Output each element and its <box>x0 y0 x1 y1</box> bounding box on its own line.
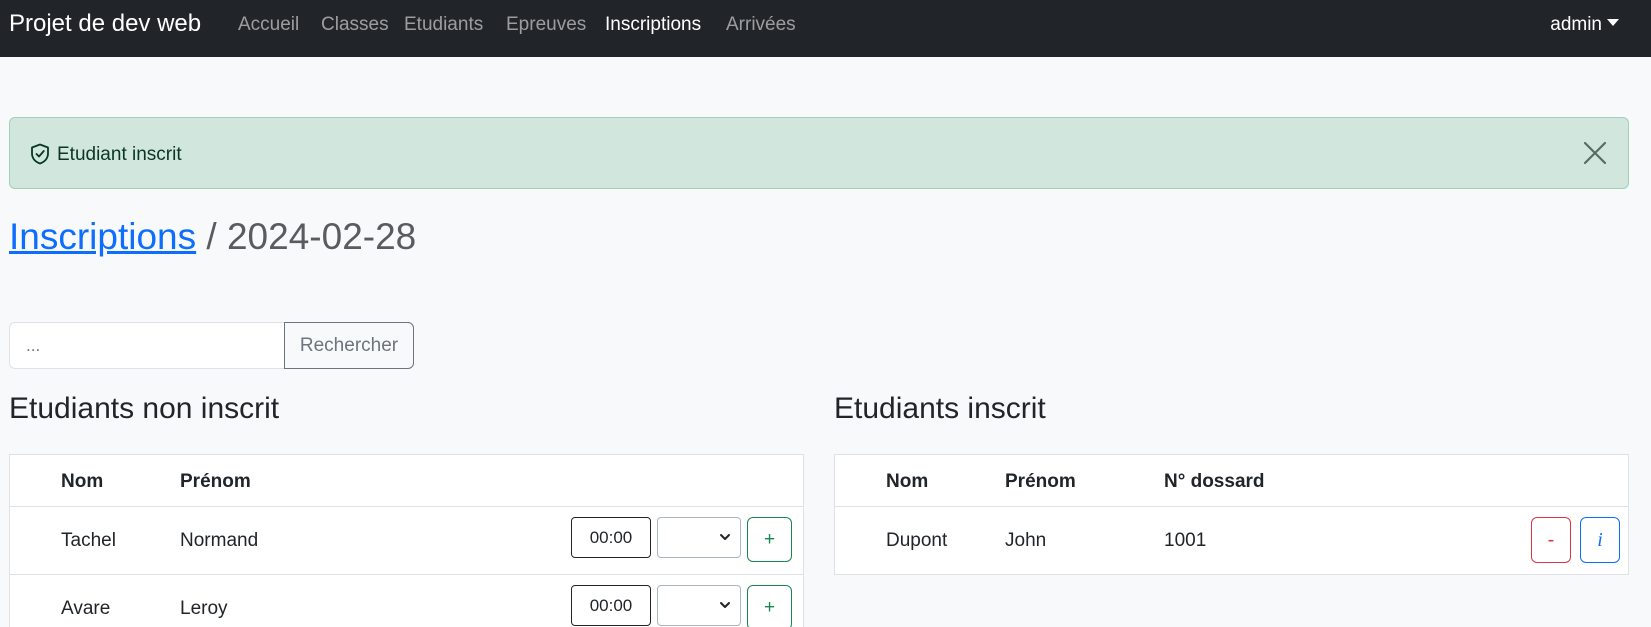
info-button[interactable]: i <box>1580 517 1620 563</box>
epreuve-select[interactable] <box>657 585 741 626</box>
table-row: Dupont John 1001 - i <box>835 506 1628 574</box>
chevron-down-icon <box>720 602 730 608</box>
column-header-nom: Nom <box>61 471 104 492</box>
search-input[interactable]: ... <box>9 322 285 369</box>
nav-link-etudiants[interactable]: Etudiants <box>404 14 483 36</box>
arrival-time-input[interactable]: 00:00 <box>571 585 651 626</box>
cell-nom: Tachel <box>61 530 116 551</box>
nav-link-accueil[interactable]: Accueil <box>238 14 299 36</box>
column-header-prenom: Prénom <box>1005 471 1076 492</box>
epreuve-select[interactable] <box>657 517 741 558</box>
cell-prenom: Leroy <box>180 598 228 619</box>
success-alert: Etudiant inscrit <box>9 117 1629 189</box>
caret-down-icon <box>1607 19 1619 26</box>
user-menu-dropdown[interactable]: admin <box>1550 14 1619 36</box>
cell-prenom: Normand <box>180 530 259 551</box>
nav-link-epreuves[interactable]: Epreuves <box>506 14 586 36</box>
close-icon[interactable] <box>1582 140 1608 166</box>
cell-nom: Dupont <box>886 530 948 551</box>
search-button[interactable]: Rechercher <box>284 322 414 369</box>
breadcrumb-separator: / <box>206 216 217 257</box>
remove-inscription-button[interactable]: - <box>1531 517 1571 563</box>
breadcrumb-inscriptions-link[interactable]: Inscriptions <box>9 216 196 257</box>
column-header-dossard: N° dossard <box>1164 471 1265 492</box>
navbar-brand[interactable]: Projet de dev web <box>9 10 201 38</box>
nav-link-arrivees[interactable]: Arrivées <box>726 14 796 36</box>
page-date: 2024-02-28 <box>226 216 417 257</box>
cell-prenom: John <box>1005 530 1047 551</box>
add-inscription-button[interactable]: + <box>747 517 792 562</box>
non-inscrits-table: Nom Prénom Tachel Normand 00:00 + Avare … <box>9 454 804 627</box>
nav-link-classes[interactable]: Classes <box>321 14 389 36</box>
search-placeholder: ... <box>26 336 41 355</box>
nav-link-inscriptions[interactable]: Inscriptions <box>605 14 701 36</box>
column-header-prenom: Prénom <box>180 471 251 492</box>
chevron-down-icon <box>720 534 730 540</box>
non-inscrits-title: Etudiants non inscrit <box>9 392 280 425</box>
page-title: Inscriptions / 2024-02-28 <box>9 216 416 258</box>
inscrits-table: Nom Prénom N° dossard Dupont John 1001 -… <box>834 454 1629 575</box>
shield-check-icon <box>31 143 49 165</box>
add-inscription-button[interactable]: + <box>747 585 792 627</box>
inscrits-title: Etudiants inscrit <box>834 392 1046 425</box>
table-row: Tachel Normand 00:00 + <box>10 506 803 574</box>
top-navbar: Projet de dev web Accueil Classes Etudia… <box>0 0 1651 57</box>
cell-dossard: 1001 <box>1164 530 1207 551</box>
table-row: Avare Leroy 00:00 + <box>10 574 803 627</box>
user-name: admin <box>1550 14 1602 35</box>
column-header-nom: Nom <box>886 471 929 492</box>
cell-nom: Avare <box>61 598 111 619</box>
arrival-time-input[interactable]: 00:00 <box>571 517 651 558</box>
alert-message: Etudiant inscrit <box>57 144 182 165</box>
